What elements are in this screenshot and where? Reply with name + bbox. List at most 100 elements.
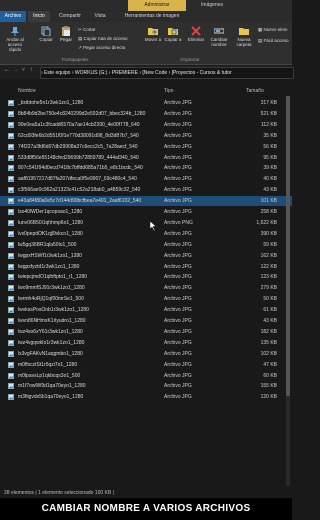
image-file-icon [8,121,14,128]
file-row[interactable]: lwgpxfyztd1r3wk1zo1_1280 Archivo JPG 122 K… [0,262,292,272]
copy-to-button[interactable]: Copiar a [164,26,182,42]
file-name: lunv06B50i1qhhmp6o1_1280 [18,219,84,226]
file-name: lw5gq36BR1qla50lo1_500 [18,241,77,248]
file-type: Archivo JPG [164,307,192,314]
file-row[interactable]: lso40lWDer1qcopsao1_1280 Archivo JPG 258 K… [0,207,292,217]
file-row[interactable]: lwrmh4oRjQ1qf00mrSe1_500 Archivo JPG 50 KB [0,294,292,304]
admin-context-tab[interactable]: Administrar [128,0,186,11]
file-name: m0ffxcztSt1r5qzi7o1_1280 [18,361,78,368]
file-row[interactable]: c3f566ae0c962a21323c41c52a218ab0_a4859c3… [0,185,292,195]
file-size: 35 KB [263,132,277,139]
file-row[interactable]: lx3vgFAKvN1aqgmbo1_1280 Archivo JPG 102 KB [0,349,292,359]
file-row[interactable]: lvx0pepdOK1qjl9vkco1_1280 Archivo JPG 390 … [0,229,292,239]
file-row[interactable]: m3fiigvdx5b1qa70eyo1_1280 Archivo JPG 120 … [0,392,292,402]
new-folder-button[interactable]: Nueva carpeta [234,26,254,47]
file-row[interactable]: lunv06B50i1qhhmp6o1_1280 Archivo PNG 1,622… [0,218,292,228]
file-row[interactable]: 8b84b9d2be750e4c8240299d2e592d07_bbec324… [0,109,292,119]
file-type: Archivo PNG [164,219,193,226]
file-name: 90e0ea5a1c3fcadd6570a7ae14cb2390_4e00f77… [18,121,140,128]
file-row[interactable]: _bxibtohe5n1r3wk1zo1_1280 Archivo JPG 317 … [0,98,292,108]
image-file-icon [8,318,14,324]
new-item-button[interactable]: ▦ Nuevo elem [258,27,288,33]
images-context-tab[interactable]: Imágenes [192,0,232,11]
file-size: 279 KB [260,285,277,292]
file-row[interactable]: m0ffxcztSt1r5qzi7o1_1280 Archivo JPG 47 KB [0,360,292,370]
video-caption: CAMBIAR NOMBRE A VARIOS ARCHIVOS [0,498,292,520]
pin-button[interactable]: Anclar al acceso rápido [2,26,28,52]
chevron-down-icon[interactable]: ˅ [22,67,25,73]
rename-button[interactable]: Cambiar nombre [208,26,230,47]
back-icon[interactable]: ← [4,67,10,73]
file-row[interactable]: 90e0ea5a1c3fcadd6570a7ae14cb2390_4e00f77… [0,120,292,130]
file-row[interactable]: 74f227a3fd6d07db29908a37c6ecc2c5_7a28aec… [0,142,292,152]
navigation-bar: ← → ˅ ↑ › Este equipo › WORKUS (G:) › PR… [0,65,294,79]
move-to-label: Mover a [144,37,162,42]
column-header: Nombre Tipo Tamaño [0,86,292,96]
address-bar[interactable]: › Este equipo › WORKUS (G:) › PREMIERE ›… [40,67,294,79]
file-name: 807c541f94d0ecd7418c7bffdd685a71b5_e8c1b… [18,165,143,172]
move-to-button[interactable]: Mover a [144,26,162,42]
column-size[interactable]: Tamaño [246,88,264,94]
file-row[interactable]: lwgpxHSWf1r3wk1zo1_1280 Archivo JPG 162 KB [0,251,292,261]
tab-herramientas-imagen[interactable]: Herramientas de imagen [117,11,187,22]
copy-path-button[interactable]: ▤ Copiar ruta de acceso [78,36,128,42]
forward-icon[interactable]: → [13,67,19,73]
file-row[interactable]: lwz4so6xY61r3wk1zo1_1280 Archivo JPG 182 K… [0,327,292,337]
cut-button[interactable]: ✂ Cortar [78,27,96,33]
file-row[interactable]: 807c541f94d0ecd7418c7bffdd685a71b5_e8c1b… [0,163,292,173]
group-clipboard-label: Portapapeles [62,57,89,62]
file-type: Archivo JPG [164,198,192,205]
file-row[interactable]: e43a84f80a0e5c7d144d90bcfbea7e401_2aaf61… [0,196,292,207]
file-row[interactable]: lwz4vgqwkIo1r3wk1zo1_1280 Archivo JPG 135 … [0,338,292,348]
tab-inicio[interactable]: Inicio [28,11,50,22]
file-size: 317 KB [260,100,277,106]
image-file-icon [8,372,14,379]
file-name: m1f7owlW9d1qa70eyo1_1280 [18,383,86,390]
file-row[interactable]: 533d8f56e55148cfed29699b72859789_444af34… [0,153,292,163]
tab-compartir[interactable]: Compartir [54,11,86,22]
copy-folder-icon [168,28,178,35]
file-name: m0lpavsLp1qkbcqs3o1_500 [18,372,81,379]
delete-button[interactable]: Eliminar [186,26,206,42]
file-size: 40 KB [263,176,277,183]
file-type: Archivo JPG [164,252,192,259]
file-name: lwz4so6xY61r3wk1zo1_1280 [18,328,83,335]
file-row[interactable]: lwiepcjmdO1qlhftpto1_r1_1280 Archivo JPG 1… [0,272,292,282]
file-row[interactable]: lwo9mmfSJ91r3wk1zo1_1280 Archivo JPG 279 K… [0,283,292,293]
copy-button[interactable]: Copiar [38,26,54,42]
group-organize-label: Organizar [180,57,200,62]
rename-icon [214,28,224,34]
scrollbar-thumb[interactable] [286,96,290,396]
file-name: 533d8f56e55148cfed29699b72859789_444af34… [18,154,139,161]
file-type: Archivo JPG [164,296,192,303]
column-type[interactable]: Tipo [164,88,174,94]
new-folder-icon [239,28,249,35]
file-type: Archivo JPG [164,394,192,401]
file-row[interactable]: aaf81957217d87fa207dfeca0f5e9907_69c480c… [0,174,292,184]
new-item-label: Nuevo elem [263,27,288,32]
rename-label: Cambiar nombre [210,37,228,47]
file-name: lwvn86NHmxK1rlyudro1_1280 [18,318,86,324]
column-name[interactable]: Nombre [18,88,36,94]
file-row[interactable]: lwvkssPosOnb1r3wk1zo1_1280 Archivo JPG 61 … [0,305,292,315]
up-icon[interactable]: ↑ [30,67,33,73]
file-name: lwvkssPosOnb1r3wk1zo1_1280 [18,307,89,314]
file-size: 47 KB [263,361,277,368]
file-size: 102 KB [260,350,277,357]
file-row[interactable]: m0lpavsLp1qkbcqs3o1_500 Archivo JPG 60 KB [0,371,292,381]
easy-access-button[interactable]: ▤ Fácil acceso [258,38,289,44]
paste-button[interactable]: Pegar [58,26,74,42]
file-type: Archivo JPG [164,209,192,215]
copy-icon [41,26,51,36]
tab-archivo[interactable]: Archivo [0,11,26,22]
image-file-icon [8,209,14,215]
file-row[interactable]: m1f7owlW9d1qa70eyo1_1280 Archivo JPG 155 K… [0,381,292,391]
file-name: _bxibtohe5n1r3wk1zo1_1280 [18,100,84,106]
file-row[interactable]: lw5gq36BR1qla50lo1_500 Archivo JPG 59 KB [0,240,292,250]
image-file-icon [8,110,14,117]
file-row[interactable]: 62cd93fe6b2d551f0f1e770d38091d98_8d3d87b… [0,131,292,141]
paste-shortcut-button[interactable]: ↗ Pegar acceso directo [78,45,125,51]
file-row[interactable]: lwvn86NHmxK1rlyudro1_1280 Archivo JPG 43 K… [0,316,292,326]
tab-vista[interactable]: Vista [90,11,110,22]
image-file-icon [8,165,14,172]
